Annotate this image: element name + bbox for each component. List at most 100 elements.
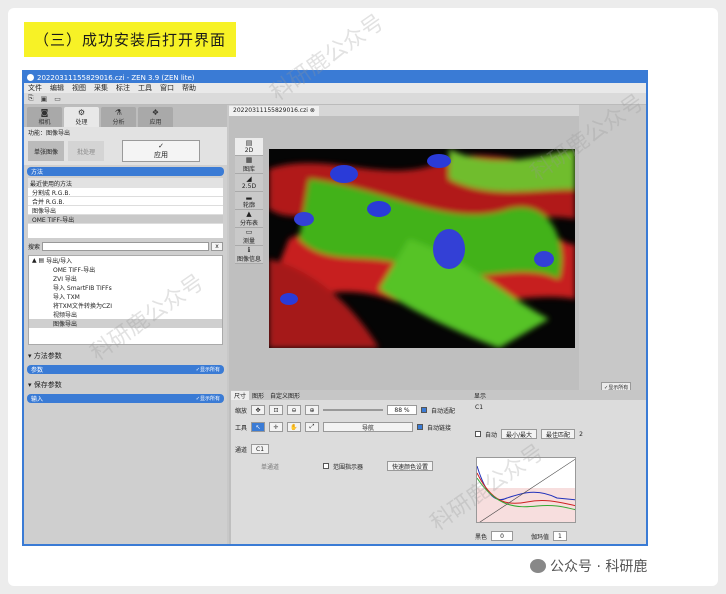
menu-acquire[interactable]: 采集 [90,83,112,93]
clear-search-button[interactable]: x [211,242,223,251]
zoom-100-icon[interactable]: ⊡ [269,405,284,415]
tab-dimensions[interactable]: 尺寸 [231,390,250,400]
mode-row: 单张图像 批处理 ✓ 应用 [24,137,227,165]
recent-list-blank [28,224,223,238]
side-label: 图库 [242,165,255,173]
method-params-heading[interactable]: ▾ 方法参数 [24,349,227,363]
2d-icon: ▤ [245,138,253,147]
navigation-button[interactable]: 导航 [323,422,414,432]
apps-icon: ❖ [151,107,160,117]
tree-item[interactable]: 图像导出 [29,319,222,328]
tab-processing[interactable]: ⚙ 处理 [64,107,99,127]
hand-icon[interactable]: ✋ [287,422,302,432]
menu-view[interactable]: 视图 [68,83,90,93]
close-tab-icon[interactable]: ⊗ [310,107,315,114]
input-bar[interactable]: 输入 ✓显示所有 [27,394,224,403]
zoom-input[interactable]: 88 % [387,405,418,415]
view-25d-button[interactable]: ◢ 2.5D [235,174,263,192]
range-checkbox[interactable] [323,463,330,469]
tab-graphics[interactable]: 图形 [249,391,267,400]
zoom-fit-checkbox[interactable] [421,407,428,413]
camera-icon: ◙ [40,107,49,117]
tree-item[interactable]: 导入 SmartFIB TIFFs [29,283,222,292]
pan-icon[interactable]: ✛ [269,422,284,432]
view-2d-button[interactable]: ▤ 2D [235,138,263,156]
show-all-toggle[interactable]: ✓显示所有 [196,395,220,402]
view-histogram-button[interactable]: ▲ 分布表 [235,210,263,228]
batch-button[interactable]: 批处理 [68,141,104,161]
view-measure-button[interactable]: ▭ 测量 [235,228,263,246]
params-label: 参数 [31,367,44,374]
tree-item[interactable]: ZVI 导出 [29,274,222,283]
quick-color-button[interactable]: 快速颜色设置 [387,461,434,471]
fluorescence-image[interactable] [269,149,575,348]
menu-tools[interactable]: 工具 [134,83,156,93]
channel-button[interactable]: C1 [251,444,270,454]
recent-method-item[interactable]: 合并 R.G.B. [28,197,223,206]
params-bar[interactable]: 参数 ✓显示所有 [27,365,224,374]
recent-label: 最近使用的方法 [28,178,223,188]
open-icon[interactable]: ⎘ [28,94,34,103]
title-bar: 20220311155829016.czi - ZEN 3.9 (ZEN lit… [24,72,646,83]
black-input[interactable]: 0 [491,531,514,541]
menu-annotate[interactable]: 标注 [112,83,134,93]
tab-camera[interactable]: ◙ 相机 [27,107,62,127]
25d-icon: ◢ [246,174,252,183]
side-label: 图像信息 [236,255,261,263]
auto-checkbox[interactable] [475,431,481,437]
save-params-heading[interactable]: ▾ 保存参数 [24,378,227,392]
view-side-bar: ▤ 2D ▦ 图库 ◢ 2.5D ▂ 轮廓 ▲ 分布表 ▭ 测量 ℹ 图像信息 [235,138,263,264]
document-tab[interactable]: 20220311155829016.czi ⊗ [229,105,319,116]
view-profile-button[interactable]: ▂ 轮廓 [235,192,263,210]
window-icon[interactable]: ▭ [54,95,61,103]
wechat-icon [530,559,546,573]
menu-window[interactable]: 窗口 [156,83,178,93]
minmax-button[interactable]: 最小/最大 [501,429,538,439]
menu-help[interactable]: 帮助 [178,83,200,93]
apply-label: 应用 [154,151,168,159]
zen-window: 20220311155829016.czi - ZEN 3.9 (ZEN lit… [22,70,648,546]
auto-link-checkbox[interactable] [417,424,424,430]
left-tool-panel: ◙ 相机 ⚙ 处理 ⚗ 分析 ❖ 应用 功能：图像导出 单张图像 批处理 ✓ 应用 方法… [24,105,227,544]
pointer-icon[interactable]: ↖ [251,422,266,432]
method-tree: ▲ ▤ 导出/导入 OME TIFF-导出 ZVI 导出 导入 SmartFIB… [28,255,223,345]
method-bar-label: 方法 [31,169,44,176]
save-icon[interactable]: ▣ [41,95,48,103]
zoom-slider[interactable] [323,409,384,411]
tree-item[interactable]: 将TXM文件转换为CZI [29,301,222,310]
tree-category[interactable]: ▲ ▤ 导出/导入 [29,256,222,265]
tab-custom-graphics[interactable]: 自定义图形 [267,391,303,400]
single-image-button[interactable]: 单张图像 [28,141,64,161]
zoom-out-icon[interactable]: ⊖ [287,405,302,415]
tree-item[interactable]: 视频导出 [29,310,222,319]
tab-applications[interactable]: ❖ 应用 [138,107,173,127]
zoom-fit-icon[interactable]: ✥ [251,405,266,415]
tab-analysis[interactable]: ⚗ 分析 [101,107,136,127]
view-info-button[interactable]: ℹ 图像信息 [235,246,263,264]
resize-icon[interactable]: ⤢ [305,422,320,432]
menu-bar: 文件 编辑 视图 采集 标注 工具 窗口 帮助 [24,83,646,93]
zoom-label: 缩放 [235,407,248,415]
display-panel: 显示 C1 自动 最小/最大 最佳匹配 2 黑色 0 伽玛值 1 [471,390,646,544]
single-channel-label[interactable]: 单通道 [261,462,279,471]
document-tabs: 20220311155829016.czi ⊗ [229,105,579,116]
apply-button[interactable]: ✓ 应用 [122,140,200,162]
menu-edit[interactable]: 编辑 [46,83,68,93]
input-label: 输入 [31,396,44,403]
view-gallery-button[interactable]: ▦ 图库 [235,156,263,174]
gamma-input[interactable]: 1 [553,531,567,541]
display-label: 显示 [474,392,487,400]
histogram-chart[interactable] [476,457,576,523]
zoom-in-icon[interactable]: ⊕ [305,405,320,415]
method-section-bar[interactable]: 方法 [27,167,224,176]
show-all-toggle[interactable]: ✓显示所有 [196,366,220,373]
best-fit-button[interactable]: 最佳匹配 [541,429,576,439]
recent-method-item[interactable]: OME TIFF-导出 [28,215,223,224]
tree-item[interactable]: OME TIFF-导出 [29,265,222,274]
tree-item[interactable]: 导入 TXM [29,292,222,301]
tool-label: 工具 [235,424,248,432]
info-icon: ℹ [247,245,251,254]
search-input[interactable] [42,242,209,251]
menu-file[interactable]: 文件 [24,83,46,93]
function-label: 功能：图像导出 [24,127,227,137]
